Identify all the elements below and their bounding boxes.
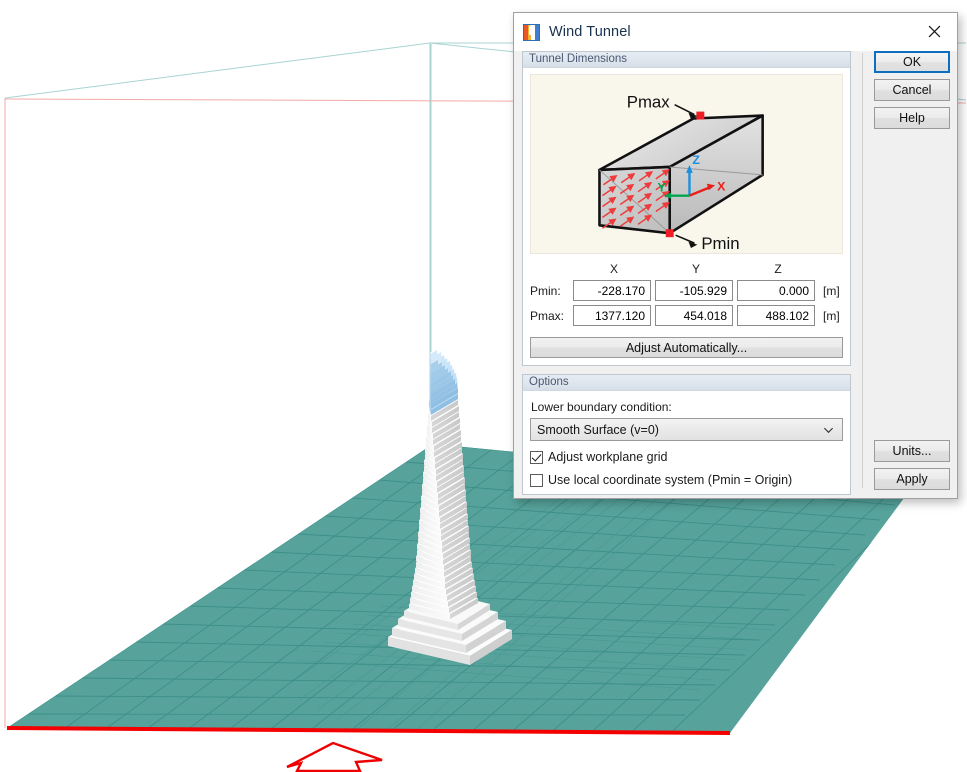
pmin-x-input[interactable] — [573, 280, 651, 301]
tunnel-illustration: Z X Y Pmax Pmin — [530, 74, 843, 254]
dialog-title: Wind Tunnel — [549, 24, 631, 40]
dialog-right-column: OK Cancel Help Units... Apply — [863, 51, 950, 490]
pmax-label: Pmax — [627, 93, 671, 112]
wind-tunnel-dialog: Wind Tunnel Tunnel Dimensions Z X Y Pmax… — [513, 12, 958, 499]
wind-direction-arrow — [286, 741, 383, 772]
chevron-down-icon — [823, 427, 834, 433]
tunnel-dimensions-group: Tunnel Dimensions Z X Y Pmax Pmin X Y Z … — [522, 51, 851, 366]
axis-label-z: Z — [692, 153, 700, 167]
coord-corner-cell — [530, 262, 573, 278]
column-header-z: Z — [774, 262, 782, 276]
help-button[interactable]: Help — [874, 107, 950, 129]
unit-header-cell — [819, 262, 843, 278]
use-local-coordinate-system-label: Use local coordinate system (Pmin = Orig… — [548, 473, 793, 487]
close-icon[interactable] — [911, 13, 957, 50]
pmax-z-input[interactable] — [737, 305, 815, 326]
pmin-label: Pmin — [701, 234, 739, 253]
bottom-button-stack: Units... Apply — [874, 440, 950, 490]
pmin-row-label: Pmin: — [530, 283, 561, 298]
dialog-titlebar[interactable]: Wind Tunnel — [514, 13, 957, 51]
pmin-unit: [m] — [823, 283, 840, 298]
adjust-workplane-grid-checkbox[interactable] — [530, 450, 543, 464]
column-header-y: Y — [691, 262, 700, 276]
options-group-title: Options — [523, 375, 850, 391]
units-button[interactable]: Units... — [874, 440, 950, 462]
apply-button[interactable]: Apply — [874, 468, 950, 490]
pmin-y-input[interactable] — [655, 280, 733, 301]
lower-boundary-condition-select[interactable]: Smooth Surface (v=0) — [530, 418, 843, 441]
coordinates-header-row: X Y Z — [530, 262, 843, 278]
cancel-button[interactable]: Cancel — [874, 79, 950, 101]
lower-boundary-condition-value: Smooth Surface (v=0) — [537, 422, 659, 437]
app-icon — [523, 23, 540, 41]
adjust-automatically-button[interactable]: Adjust Automatically... — [530, 337, 843, 358]
ok-button[interactable]: OK — [874, 51, 950, 73]
coordinates-table: X Y Z Pmin: -228.170 -105.929 0.000 [m] … — [530, 262, 843, 328]
pmax-x-input[interactable] — [573, 305, 651, 326]
pmin-row: Pmin: [m] — [530, 278, 843, 303]
column-header-x: X — [609, 262, 618, 276]
dialog-left-column: Tunnel Dimensions Z X Y Pmax Pmin X Y Z … — [522, 51, 851, 495]
options-group: Options Lower boundary condition: Smooth… — [522, 374, 851, 495]
pmax-row: Pmax: [m] — [530, 303, 843, 328]
use-local-coordinate-system-checkbox[interactable] — [530, 473, 543, 487]
use-local-coordinate-system-checkbox-row[interactable]: Use local coordinate system (Pmin = Orig… — [530, 473, 843, 487]
pmax-marker — [696, 111, 705, 120]
axis-label-y: Y — [657, 181, 666, 195]
adjust-workplane-grid-label: Adjust workplane grid — [548, 450, 668, 464]
pmax-unit: [m] — [823, 308, 840, 323]
dialog-body: Tunnel Dimensions Z X Y Pmax Pmin X Y Z … — [514, 51, 957, 498]
pmin-marker — [665, 229, 674, 238]
application-window: Wind Tunnel Tunnel Dimensions Z X Y Pmax… — [0, 0, 967, 772]
pmax-y-input[interactable] — [655, 305, 733, 326]
pmax-row-label: Pmax: — [530, 308, 565, 323]
tunnel-dimensions-group-title: Tunnel Dimensions — [523, 52, 850, 68]
lower-boundary-condition-label: Lower boundary condition: — [531, 400, 672, 414]
axis-label-x: X — [717, 180, 726, 194]
pmin-z-input[interactable] — [737, 280, 815, 301]
adjust-workplane-grid-checkbox-row[interactable]: Adjust workplane grid — [530, 450, 843, 464]
